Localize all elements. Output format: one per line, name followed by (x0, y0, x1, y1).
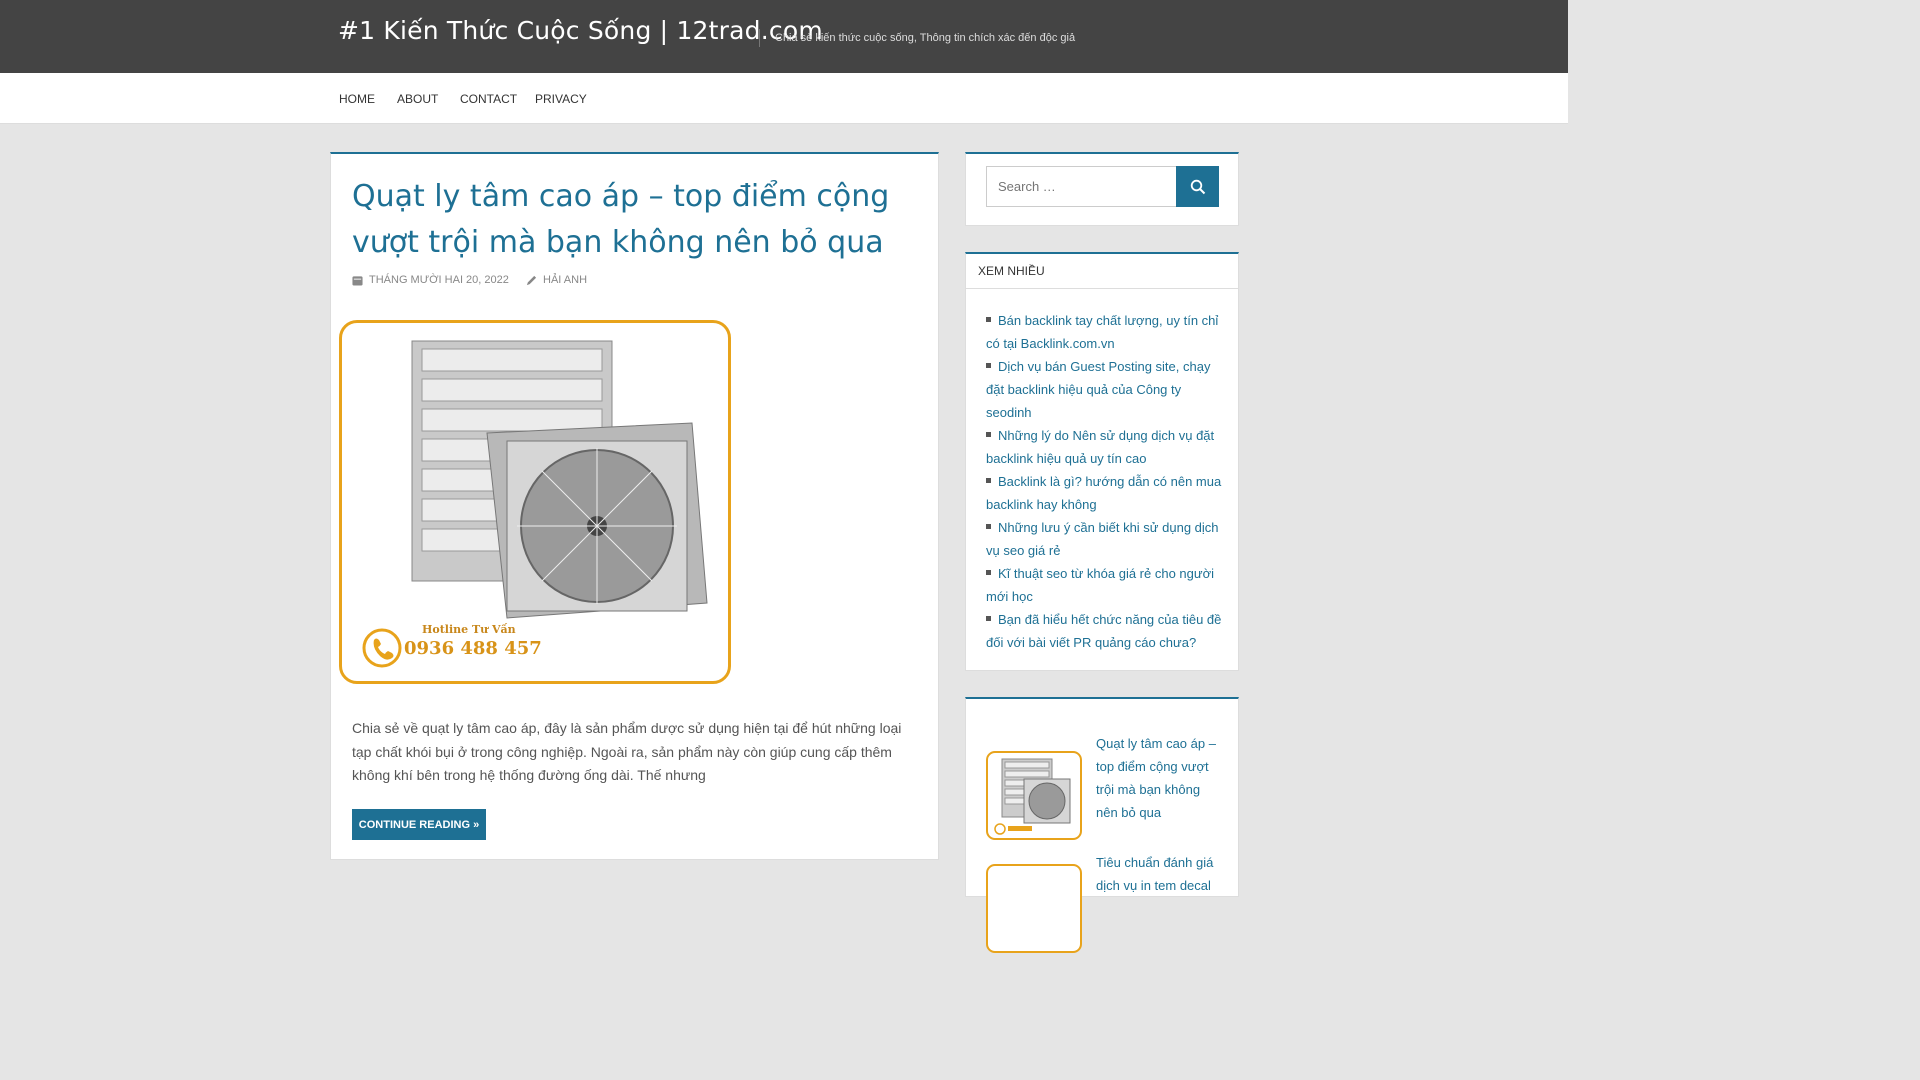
recent-post-title[interactable]: Tiêu chuẩn đánh giá dịch vụ in tem decal (1096, 851, 1218, 897)
nav-home[interactable]: HOME (339, 92, 375, 106)
bullet-icon (986, 432, 991, 438)
bullet-icon (986, 363, 991, 369)
post-card: Quạt ly tâm cao áp – top điểm cộng vượt … (330, 152, 939, 860)
list-item[interactable]: Bán backlink tay chất lượng, uy tín chỉ … (986, 309, 1222, 355)
bullet-icon (986, 524, 991, 530)
bullet-icon (986, 317, 991, 323)
recent-post-thumbnail[interactable] (986, 864, 1082, 953)
list-item[interactable]: Backlink là gì? hướng dẫn có nên mua bac… (986, 470, 1222, 516)
popular-posts-title: XEM NHIỀU (966, 254, 1238, 289)
search-input[interactable] (986, 166, 1177, 207)
nav-about[interactable]: ABOUT (397, 92, 438, 106)
main-navigation: HOME ABOUT CONTACT PRIVACY (0, 73, 1568, 124)
image-hotline-number: 0936 488 457 (404, 638, 542, 659)
search-widget (965, 152, 1239, 226)
exhaust-fan-thumb (994, 758, 1071, 835)
post-date-text[interactable]: THÁNG MƯỜI HAI 20, 2022 (369, 274, 509, 286)
site-header: #1 Kiến Thức Cuộc Sống | 12trad.com Chia… (0, 0, 1568, 73)
post-author: HẢI ANH (526, 274, 587, 286)
popular-posts-list: Bán backlink tay chất lượng, uy tín chỉ … (986, 309, 1222, 654)
pencil-icon (526, 275, 537, 285)
bullet-icon (986, 616, 991, 622)
site-title[interactable]: #1 Kiến Thức Cuộc Sống | 12trad.com (338, 16, 823, 45)
list-item[interactable]: Kĩ thuật seo từ khóa giá rẻ cho người mớ… (986, 562, 1222, 608)
recent-post-thumbnail[interactable] (986, 751, 1082, 840)
list-item[interactable]: Bạn đã hiểu hết chức năng của tiêu đề đố… (986, 608, 1222, 654)
image-hotline-label: Hotline Tư Vấn (422, 623, 516, 636)
post-title[interactable]: Quạt ly tâm cao áp – top điểm cộng vượt … (352, 174, 922, 266)
list-item[interactable]: Những lý do Nên sử dụng dịch vụ đặt back… (986, 424, 1222, 470)
popular-posts-widget: XEM NHIỀU Bán backlink tay chất lượng, u… (965, 252, 1239, 671)
post-featured-image[interactable]: Hotline Tư Vấn 0936 488 457 (339, 320, 731, 684)
post-excerpt: Chia sẻ về quạt ly tâm cao áp, đây là sả… (352, 720, 902, 783)
search-icon (1190, 179, 1205, 194)
post-date: THÁNG MƯỜI HAI 20, 2022 (352, 274, 509, 286)
search-button[interactable] (1176, 166, 1219, 207)
post-author-text[interactable]: HẢI ANH (543, 274, 587, 286)
nav-contact[interactable]: CONTACT (460, 92, 517, 106)
title-divider (759, 29, 760, 47)
bullet-icon (986, 478, 991, 484)
nav-privacy[interactable]: PRIVACY (535, 92, 587, 106)
recent-posts-widget: Quạt ly tâm cao áp – top điểm cộng vượt … (965, 697, 1239, 953)
site-tagline: Chia sẻ kiến thức cuộc sống, Thông tin c… (775, 32, 1076, 44)
recent-post-title[interactable]: Quạt ly tâm cao áp – top điểm cộng vượt … (1096, 732, 1218, 824)
list-item[interactable]: Những lưu ý cần biết khi sử dụng dịch vụ… (986, 516, 1222, 562)
exhaust-fan-illustration (362, 340, 708, 668)
continue-reading-button[interactable]: CONTINUE READING » (352, 809, 486, 840)
list-item[interactable]: Dịch vụ bán Guest Posting site, chạy đặt… (986, 355, 1222, 424)
bullet-icon (986, 570, 991, 576)
calendar-icon (352, 275, 363, 286)
